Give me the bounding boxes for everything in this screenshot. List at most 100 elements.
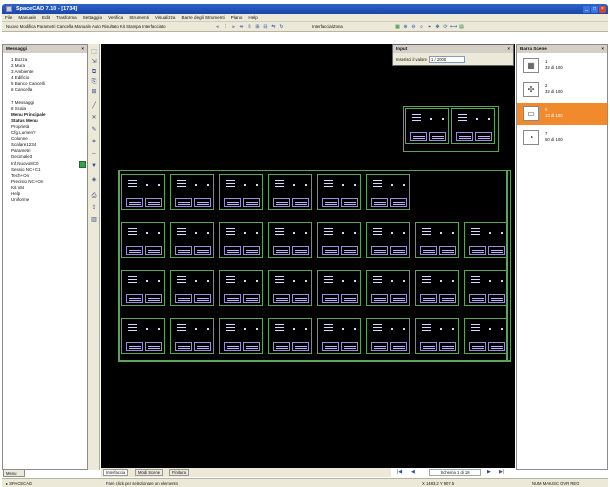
copy-icon[interactable]: ⧉ (90, 68, 98, 76)
module-connector (371, 342, 388, 351)
module-led (146, 184, 148, 186)
module-line (471, 330, 480, 331)
module-led (501, 232, 503, 234)
layer-icon[interactable]: ◈ (90, 176, 98, 184)
close-icon[interactable]: × (81, 45, 84, 53)
module-line (177, 279, 186, 280)
tab-interfaccia[interactable]: Interfaccia (103, 469, 129, 476)
menu-visualizza[interactable]: Visualizza (152, 14, 179, 22)
module-led (403, 280, 405, 282)
close-button[interactable]: × (599, 5, 606, 13)
group-icon[interactable]: ⊞ (254, 24, 261, 31)
line-icon[interactable]: ╱ (90, 102, 98, 110)
delete-icon[interactable]: ✕ (90, 114, 98, 122)
last-page-icon[interactable]: ▶| (499, 469, 504, 475)
tab-menu[interactable]: Menu (3, 469, 25, 477)
module-led (342, 184, 344, 186)
menu-help[interactable]: Help (245, 14, 260, 22)
refresh-icon[interactable]: ⟳ (442, 24, 449, 31)
mirror-icon[interactable]: ⇋ (270, 24, 277, 31)
first-page-icon[interactable]: |◀ (397, 469, 402, 475)
module-led (403, 328, 405, 330)
module-connector (341, 294, 358, 303)
panel-module (366, 174, 410, 210)
export-icon[interactable]: ⇪ (90, 204, 98, 212)
menu-barre[interactable]: Barre degli Strumenti (179, 14, 228, 22)
status-indicator (79, 161, 86, 168)
close-icon[interactable]: × (507, 45, 510, 53)
module-line (177, 324, 186, 325)
drawing-canvas[interactable] (101, 44, 515, 468)
menu-manuale[interactable]: Manuale (15, 14, 39, 22)
zoom-in-icon[interactable]: ⊕ (402, 24, 409, 31)
module-line (324, 231, 333, 232)
panel-module (219, 270, 263, 306)
module-connector (341, 198, 358, 207)
close-icon[interactable]: × (601, 45, 604, 53)
scene-item[interactable]: ▦ 1 32 di 100 (517, 55, 607, 77)
list-item[interactable]: Uniforme (11, 197, 87, 203)
align-center-icon[interactable]: ⫶ (222, 24, 229, 31)
module-connector (126, 294, 143, 303)
scene-item[interactable]: ◔ 7 50 di 100 (517, 127, 607, 149)
scale-icon[interactable]: ⇔ (90, 150, 98, 158)
module-connector (243, 246, 260, 255)
wrench-icon[interactable]: ✎ (90, 126, 98, 134)
scene-item-selected[interactable]: ▭ 6 13 di 100 (517, 103, 607, 125)
distribute-v-icon[interactable]: ⇳ (246, 24, 253, 31)
panel-module (464, 222, 508, 258)
next-page-icon[interactable]: ▶ (487, 469, 491, 475)
menu-edit[interactable]: Edit (39, 14, 53, 22)
module-line (226, 186, 235, 187)
move-icon[interactable]: ⇲ (90, 58, 98, 66)
ungroup-icon[interactable]: ⊟ (262, 24, 269, 31)
module-connector (292, 246, 309, 255)
module-connector (475, 132, 492, 141)
zoom-all-icon[interactable]: ⌖ (426, 24, 433, 31)
module-line (373, 327, 382, 328)
grid-icon[interactable]: ▦ (394, 24, 401, 31)
select-icon[interactable]: ⬚ (90, 48, 98, 56)
module-connector (224, 294, 241, 303)
pin-icon[interactable]: ▼ (90, 162, 98, 170)
menu-file[interactable]: File (2, 14, 15, 22)
pan-icon[interactable]: ✥ (434, 24, 441, 31)
module-connector (175, 342, 192, 351)
minimize-button[interactable]: _ (583, 5, 590, 13)
toolbar-zone-label[interactable]: Interfaccia/Zona (312, 24, 343, 29)
module-led (440, 280, 442, 282)
align-left-icon[interactable]: ⫷ (214, 24, 221, 31)
align-right-icon[interactable]: ⫸ (230, 24, 237, 31)
module-led (256, 280, 258, 282)
layers-icon[interactable]: ▤ (458, 24, 465, 31)
menu-strumenti[interactable]: Strumenti (126, 14, 152, 22)
scene-number: 6 (545, 107, 548, 112)
prev-page-icon[interactable]: ◀ (411, 469, 415, 475)
paste-icon[interactable]: ⎘ (90, 78, 98, 86)
module-led (195, 184, 197, 186)
module-connector (292, 198, 309, 207)
scene-item[interactable]: ✣ 2 32 di 100 (517, 79, 607, 101)
toolbar-commands[interactable]: Nuovo Modifica Parametri Cancella Manual… (6, 24, 166, 29)
print-icon[interactable]: ⎙ (90, 192, 98, 200)
menu-verifica[interactable]: Verifica (105, 14, 126, 22)
rotate-icon[interactable]: ↻ (278, 24, 285, 31)
table-icon[interactable]: ⊞ (90, 88, 98, 96)
zoom-window-icon[interactable]: ⌕ (418, 24, 425, 31)
module-connector (322, 294, 339, 303)
crop-icon[interactable]: ⌗ (90, 138, 98, 146)
module-led (452, 280, 454, 282)
module-line (373, 324, 382, 325)
distribute-h-icon[interactable]: ⇹ (238, 24, 245, 31)
menu-plano[interactable]: Plano (228, 14, 246, 22)
maximize-button[interactable]: □ (591, 5, 598, 13)
tab-modi-scene[interactable]: Modi Scene (135, 469, 164, 476)
measure-icon[interactable]: ⟷ (450, 24, 457, 31)
menu-settaggio[interactable]: Settaggio (80, 14, 105, 22)
input-dialog-title: Input (396, 46, 408, 51)
input-dialog-field[interactable]: 1 / 2000 (429, 56, 465, 63)
barcode-icon[interactable]: ▥ (90, 216, 98, 224)
zoom-out-icon[interactable]: ⊖ (410, 24, 417, 31)
menu-trasforma[interactable]: Trasforma (53, 14, 80, 22)
tab-finitura[interactable]: Finitura (169, 469, 189, 476)
